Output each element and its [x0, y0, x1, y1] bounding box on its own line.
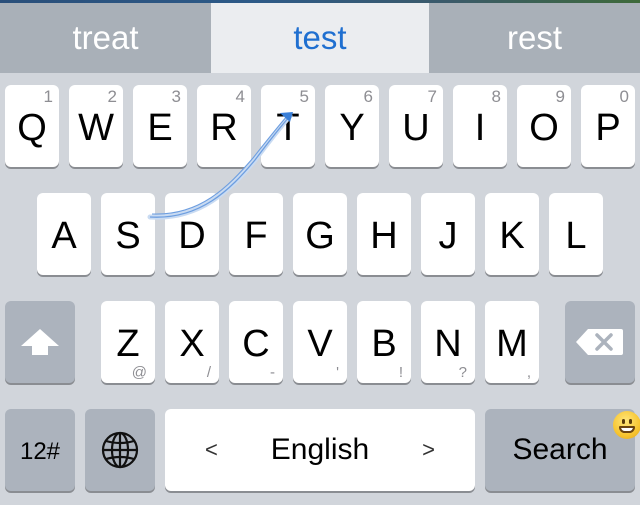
suggestion-bar: treat test rest — [0, 3, 640, 73]
key-h[interactable]: H — [357, 193, 411, 275]
key-letter: C — [242, 323, 270, 365]
numbers-key[interactable]: 12# — [5, 409, 75, 491]
key-hint: @ — [131, 364, 147, 381]
key-hint: 5 — [299, 87, 309, 106]
suggestion-test-selected[interactable]: test — [211, 3, 429, 73]
key-letter: A — [51, 215, 77, 257]
key-hint: 2 — [107, 87, 117, 106]
key-z[interactable]: Z @ — [101, 301, 155, 383]
key-b[interactable]: B! — [357, 301, 411, 383]
key-letter: Z — [116, 323, 140, 365]
key-hint: - — [270, 364, 275, 381]
prev-language-icon: < — [205, 437, 218, 462]
key-letter: U — [402, 107, 430, 149]
key-t[interactable]: T5 — [261, 85, 315, 167]
search-key-label: Search — [512, 433, 608, 466]
key-hint: 8 — [491, 87, 501, 106]
key-hint: 1 — [43, 87, 53, 106]
key-hint: 6 — [363, 87, 373, 106]
key-p[interactable]: P0 — [581, 85, 635, 167]
key-letter: S — [115, 215, 141, 257]
suggestion-treat[interactable]: treat — [0, 3, 211, 73]
key-letter: L — [565, 215, 587, 257]
key-q[interactable]: Q1 — [5, 85, 59, 167]
next-language-icon: > — [422, 437, 435, 462]
space-bar[interactable]: < English > — [165, 409, 475, 491]
numbers-key-label: 12# — [19, 438, 61, 465]
key-letter: Y — [339, 107, 365, 149]
key-letter: B — [371, 323, 397, 365]
key-letter: N — [434, 323, 462, 365]
key-hint: , — [526, 364, 531, 381]
globe-icon — [101, 431, 139, 469]
key-c[interactable]: C- — [229, 301, 283, 383]
shift-key[interactable] — [5, 301, 75, 383]
shift-arrow-icon — [21, 329, 59, 355]
key-letter: J — [438, 215, 458, 257]
key-letter: R — [210, 107, 238, 149]
key-hint: 4 — [235, 87, 245, 106]
key-letter: G — [305, 215, 335, 257]
key-letter: M — [496, 323, 528, 365]
key-g[interactable]: G — [293, 193, 347, 275]
grinning-face-icon[interactable] — [613, 411, 640, 439]
key-o[interactable]: O9 — [517, 85, 571, 167]
key-hint: ! — [398, 364, 403, 381]
key-letter: T — [276, 107, 300, 149]
suggestion-rest[interactable]: rest — [429, 3, 640, 73]
key-letter: F — [244, 215, 268, 257]
key-n[interactable]: N? — [421, 301, 475, 383]
globe-key[interactable] — [85, 409, 155, 491]
key-hint: / — [206, 364, 211, 381]
key-d[interactable]: D — [165, 193, 219, 275]
key-a[interactable]: A — [37, 193, 91, 275]
key-letter: Q — [17, 107, 47, 149]
key-y[interactable]: Y6 — [325, 85, 379, 167]
key-u[interactable]: U7 — [389, 85, 443, 167]
key-hint: ' — [336, 364, 339, 381]
key-hint: ? — [458, 364, 467, 381]
key-m[interactable]: M, — [485, 301, 539, 383]
backspace-icon — [576, 329, 623, 355]
key-letter: X — [179, 323, 205, 365]
key-k[interactable]: K — [485, 193, 539, 275]
backspace-key[interactable] — [565, 301, 635, 383]
key-s[interactable]: S — [101, 193, 155, 275]
key-e[interactable]: E3 — [133, 85, 187, 167]
key-x[interactable]: X / — [165, 301, 219, 383]
key-i[interactable]: I8 — [453, 85, 507, 167]
key-hint: 9 — [555, 87, 565, 106]
key-hint: 0 — [619, 87, 629, 106]
key-letter: H — [370, 215, 398, 257]
key-w[interactable]: W2 — [69, 85, 123, 167]
key-hint: 3 — [171, 87, 181, 106]
key-letter: E — [147, 107, 173, 149]
key-letter: W — [78, 107, 114, 149]
key-r[interactable]: R4 — [197, 85, 251, 167]
key-letter: K — [499, 215, 525, 257]
key-j[interactable]: J — [421, 193, 475, 275]
search-key[interactable]: Search — [485, 409, 640, 491]
key-letter: V — [307, 323, 333, 365]
key-letter: O — [529, 107, 559, 149]
key-letter: I — [474, 107, 486, 149]
key-hint: 7 — [427, 87, 437, 106]
key-l[interactable]: L — [549, 193, 603, 275]
space-bar-language-label: English — [270, 433, 370, 466]
key-f[interactable]: F — [229, 193, 283, 275]
key-letter: D — [178, 215, 206, 257]
key-v[interactable]: V ' — [293, 301, 347, 383]
key-letter: P — [595, 107, 621, 149]
